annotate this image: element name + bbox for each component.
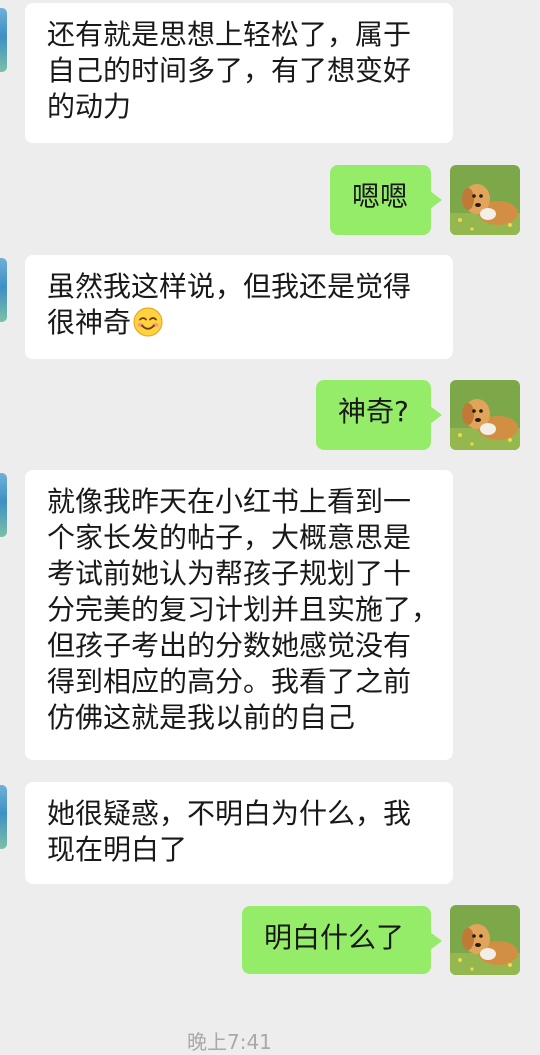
message-text: 仿佛这就是我以前的自己 [47,701,356,734]
message-bubble-incoming[interactable]: 虽然我这样说，但我还是觉得 很神奇 [25,255,453,359]
message-text: 明白什么了 [264,921,405,954]
message-text: 她很疑惑，不明白为什么，我 [47,797,412,830]
contact-avatar[interactable] [0,473,7,537]
message-line: 很神奇 [47,305,431,346]
smiling-face-emoji-icon [133,307,163,346]
message-timestamp: 晚上7:41 [187,1030,272,1054]
message-bubble-incoming[interactable]: 她很疑惑，不明白为什么，我 现在明白了 [25,782,453,884]
message-text: 嗯嗯 [352,180,409,213]
message-text: 虽然我这样说，但我还是觉得 [47,270,412,303]
contact-avatar[interactable] [0,258,7,322]
message-text: 很神奇 [47,306,132,339]
message-text: 分完美的复习计划并且实施了， [47,593,440,626]
message-bubble-outgoing[interactable]: 神奇? [316,380,442,450]
message-text: 考试前她认为帮孩子规划了十 [47,557,412,590]
self-avatar[interactable] [450,380,520,450]
contact-avatar[interactable] [0,8,7,72]
golden-retriever-avatar-icon [450,380,520,450]
self-avatar[interactable] [450,165,520,235]
message-text: 神奇? [338,395,409,428]
message-bubble-incoming[interactable]: 就像我昨天在小红书上看到一 个家长发的帖子，大概意思是 考试前她认为帮孩子规划了… [25,470,453,760]
contact-avatar[interactable] [0,785,7,849]
self-avatar[interactable] [450,905,520,975]
message-text: 的动力 [47,90,132,123]
message-text: 得到相应的高分。我看了之前 [47,665,412,698]
message-text: 就像我昨天在小红书上看到一 [47,485,412,518]
message-text: 自己的时间多了，有了想变好 [47,54,412,87]
golden-retriever-avatar-icon [450,165,520,235]
message-text: 个家长发的帖子，大概意思是 [47,521,412,554]
golden-retriever-avatar-icon [450,905,520,975]
message-bubble-outgoing[interactable]: 嗯嗯 [330,165,442,235]
message-text: 现在明白了 [47,833,188,866]
message-text: 但孩子考出的分数她感觉没有 [47,629,412,662]
message-bubble-outgoing[interactable]: 明白什么了 [242,906,442,974]
message-bubble-incoming[interactable]: 还有就是思想上轻松了，属于 自己的时间多了，有了想变好 的动力 [25,3,453,143]
message-text: 还有就是思想上轻松了，属于 [47,18,412,51]
